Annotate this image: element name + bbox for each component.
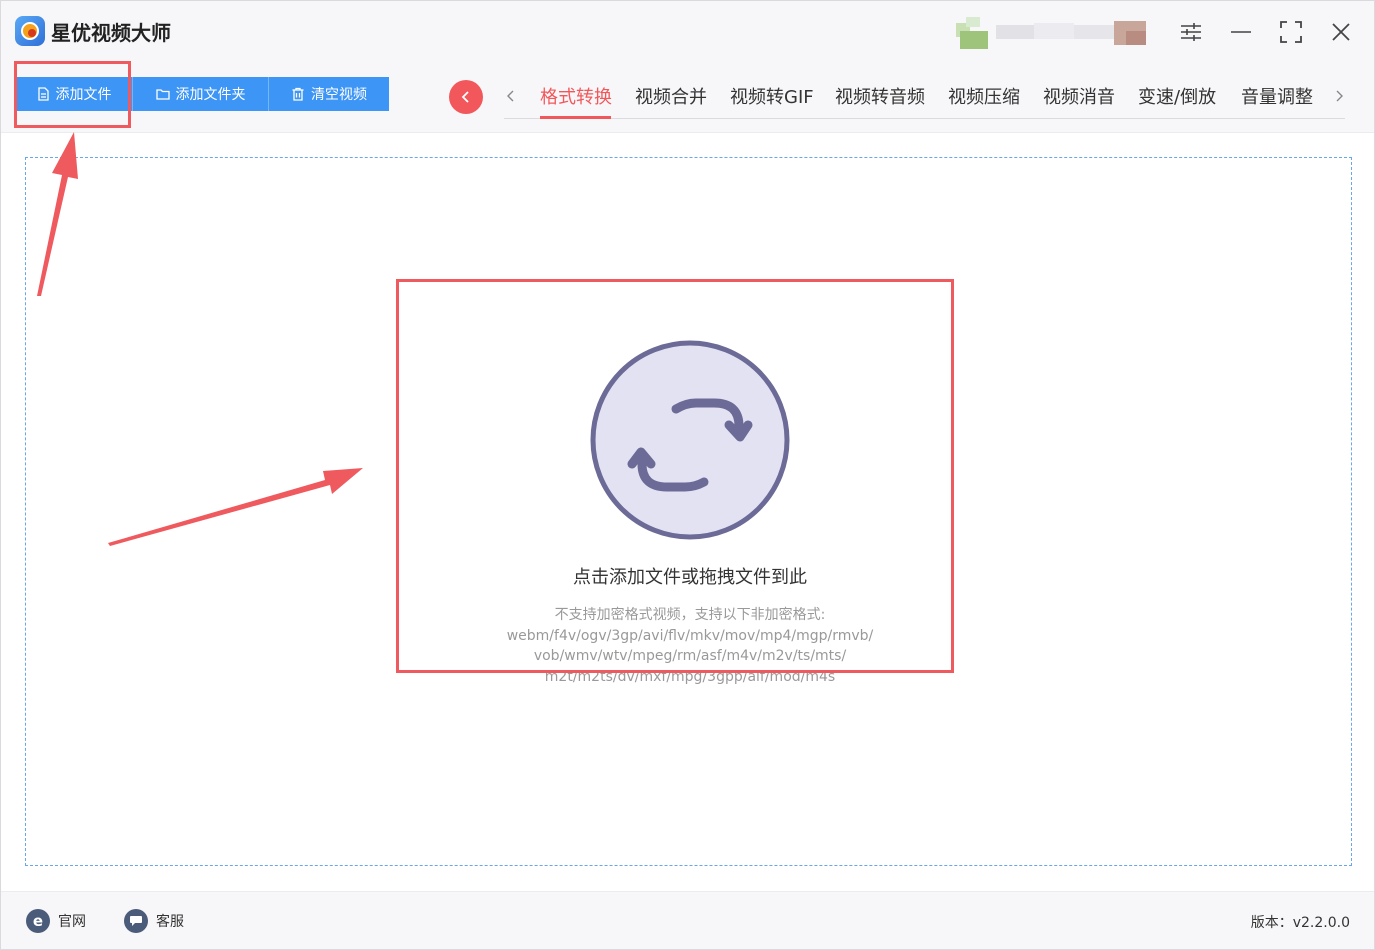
tab-video-to-gif[interactable]: 视频转GIF <box>730 83 814 109</box>
maximize-icon[interactable] <box>1276 17 1306 47</box>
website-label: 官网 <box>58 914 86 930</box>
support-label: 客服 <box>156 914 184 930</box>
user-account-blurred[interactable] <box>956 17 1151 49</box>
chevron-left-icon <box>461 91 469 103</box>
app-logo-icon <box>15 16 45 46</box>
clear-videos-label: 清空视频 <box>311 87 367 103</box>
version-text: 版本：v2.2.0.0 <box>1250 915 1350 931</box>
trash-icon <box>292 87 304 101</box>
tabs-scroll-right-icon[interactable] <box>1331 85 1347 107</box>
clear-videos-button[interactable]: 清空视频 <box>269 77 389 111</box>
folder-icon <box>155 89 170 100</box>
active-tab-indicator <box>540 116 611 119</box>
website-link[interactable]: e 官网 <box>26 909 86 933</box>
browser-e-icon: e <box>26 909 50 933</box>
customer-support-link[interactable]: 客服 <box>124 909 184 933</box>
tab-format-convert[interactable]: 格式转换 <box>540 83 612 109</box>
add-folder-button[interactable]: 添加文件夹 <box>133 77 269 111</box>
footer-bar: e 官网 客服 版本：v2.2.0.0 <box>1 891 1374 949</box>
tab-video-mute[interactable]: 视频消音 <box>1043 83 1115 109</box>
minimize-icon[interactable] <box>1226 17 1256 47</box>
chat-bubble-icon <box>124 909 148 933</box>
annotation-box-drop-zone <box>396 279 954 673</box>
annotation-box-add-file <box>14 61 131 128</box>
tab-speed-reverse[interactable]: 变速/倒放 <box>1138 83 1216 109</box>
tab-video-to-audio[interactable]: 视频转音频 <box>835 83 925 109</box>
tabs-divider <box>504 118 1345 119</box>
collapse-back-button[interactable] <box>449 80 483 114</box>
close-icon[interactable] <box>1326 17 1356 47</box>
tabs-scroll-left-icon[interactable] <box>503 85 519 107</box>
title-bar: 星优视频大师 <box>1 1 1374 63</box>
app-title: 星优视频大师 <box>51 21 171 45</box>
add-folder-label: 添加文件夹 <box>175 87 246 103</box>
tab-video-merge[interactable]: 视频合并 <box>635 83 707 109</box>
settings-icon[interactable] <box>1176 17 1206 47</box>
tab-volume-adjust[interactable]: 音量调整 <box>1241 83 1313 109</box>
tab-video-compress[interactable]: 视频压缩 <box>948 83 1020 109</box>
